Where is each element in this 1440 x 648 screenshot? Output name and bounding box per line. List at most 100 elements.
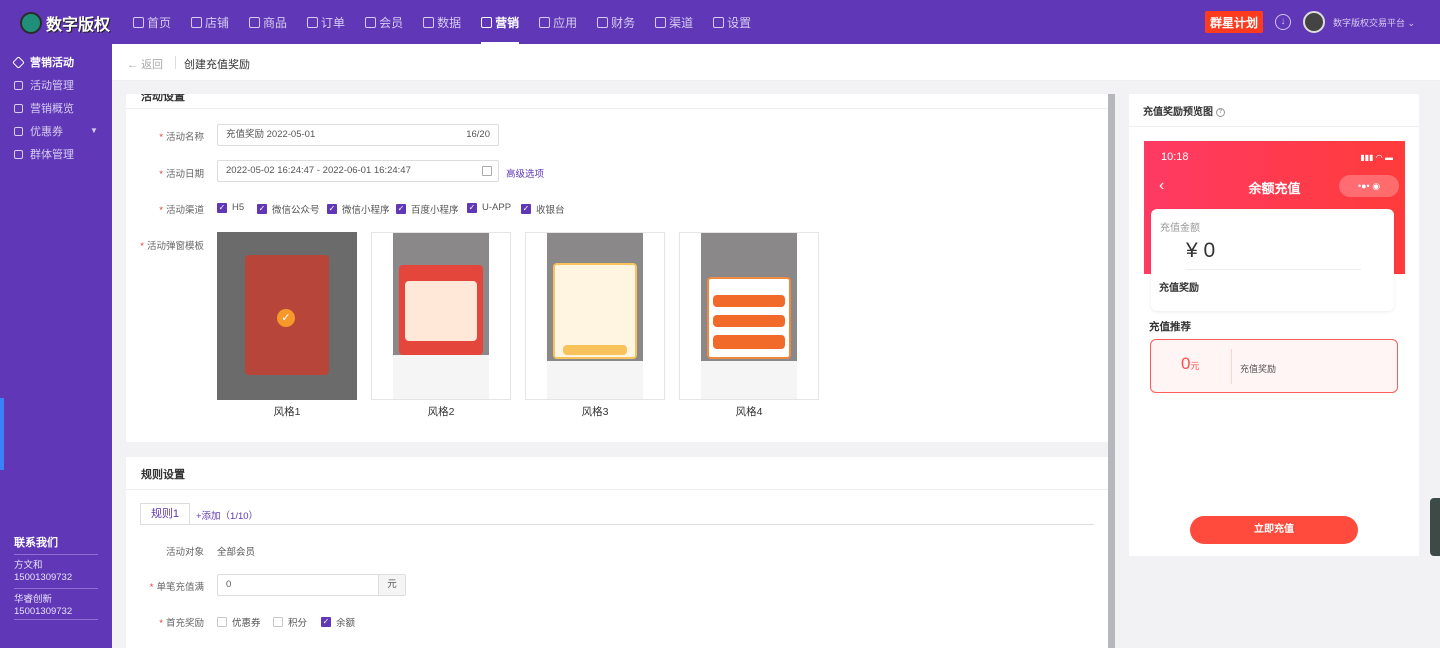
- nav-item-home[interactable]: 首页: [133, 0, 171, 44]
- recharge-now-button[interactable]: 立即充值: [1190, 516, 1358, 544]
- preview-title-text: 充值奖励预览图: [1143, 107, 1213, 118]
- nav-item-goods[interactable]: 商品: [249, 0, 287, 44]
- label-text: 活动名称: [165, 132, 204, 143]
- reward-checkbox-points[interactable]: 积分: [273, 615, 307, 629]
- checkbox-label: 收银台: [536, 205, 565, 216]
- nav-label: 数据: [437, 15, 462, 30]
- template-label: 风格3: [581, 406, 609, 418]
- nav-item-channels[interactable]: 渠道: [655, 0, 693, 44]
- reward-checkbox-balance[interactable]: ✓ 余额: [321, 615, 355, 629]
- chart-icon: [423, 16, 435, 28]
- checkbox-checked-icon: ✓: [467, 202, 477, 213]
- field-label: * 活动弹窗模板: [140, 241, 204, 252]
- advanced-options-link[interactable]: 高级选项: [506, 166, 544, 180]
- nav-label: 店铺: [205, 15, 230, 30]
- preview-title: 充值奖励预览图?: [1143, 103, 1225, 118]
- sidebar-item-group-management[interactable]: 群体管理: [14, 146, 74, 162]
- sidebar-item-label: 营销概览: [30, 103, 74, 115]
- goods-icon: [249, 16, 261, 28]
- info-icon[interactable]: ?: [1216, 107, 1225, 117]
- chevron-down-icon: ⌄: [1407, 18, 1416, 28]
- activity-name-input[interactable]: 充值奖励 2022-05-01 16/20: [217, 124, 499, 146]
- user-menu[interactable]: 数字版权交易平台 ⌄: [1333, 16, 1415, 29]
- download-icon[interactable]: ↓: [1275, 14, 1291, 30]
- template-style-2[interactable]: [371, 232, 511, 400]
- channel-checkbox-cashier[interactable]: ✓ 收银台: [521, 202, 565, 216]
- checkbox-checked-icon: ✓: [521, 204, 531, 214]
- reward-label: 充值奖励: [1159, 283, 1199, 294]
- floating-widget-handle[interactable]: [1430, 498, 1440, 556]
- contact-name: 方文和: [14, 560, 43, 571]
- page-title: 创建充值奖励: [184, 59, 250, 71]
- activity-date-range-input[interactable]: 2022-05-02 16:24:47 - 2022-06-01 16:24:4…: [217, 160, 499, 182]
- app-logo[interactable]: 数字版权: [20, 11, 110, 35]
- plan-button[interactable]: 群星计划: [1205, 11, 1263, 33]
- reward-checkbox-coupon[interactable]: 优惠券: [217, 615, 261, 629]
- recommend-unit: 元: [1190, 361, 1200, 371]
- amount-value: ¥ 0: [1186, 239, 1216, 262]
- list-icon: [14, 80, 23, 90]
- add-rule-link[interactable]: +添加（1/10）: [196, 508, 258, 522]
- chevron-down-icon[interactable]: ▼: [90, 126, 98, 135]
- channel-checkbox-wechat-official[interactable]: ✓ 微信公众号: [257, 202, 320, 216]
- nav-item-members[interactable]: 会员: [365, 0, 403, 44]
- nav-item-data[interactable]: 数据: [423, 0, 461, 44]
- tab-rule-1[interactable]: 规则1: [140, 503, 190, 525]
- channel-checkbox-uapp[interactable]: ✓ U-APP: [467, 202, 511, 213]
- divider: [1231, 349, 1232, 384]
- recommend-card: 0元 充值奖励: [1150, 339, 1398, 393]
- channel-icon: [655, 16, 667, 28]
- divider: [126, 108, 1108, 109]
- nav-label: 订单: [321, 15, 346, 30]
- sidebar-item-coupons[interactable]: 优惠券: [14, 123, 63, 139]
- input-value: 充值奖励 2022-05-01: [226, 129, 316, 140]
- rules-settings-panel: 规则设置 规则1 +添加（1/10） 活动对象 全部会员 * 单笔充值满 0 元 …: [126, 457, 1108, 648]
- divider: [140, 524, 1094, 525]
- nav-item-store[interactable]: 店铺: [191, 0, 229, 44]
- nav-item-apps[interactable]: 应用: [539, 0, 577, 44]
- checkbox-label: 百度小程序: [411, 205, 459, 216]
- side-drawer-tab[interactable]: [0, 398, 4, 470]
- nav-item-finance[interactable]: 财务: [597, 0, 635, 44]
- template-style-4[interactable]: [679, 232, 819, 400]
- back-button[interactable]: ← 返回: [127, 56, 163, 72]
- channel-checkbox-h5[interactable]: ✓ H5: [217, 202, 244, 213]
- template-style-1[interactable]: ✓: [217, 232, 357, 400]
- label-text: 首充奖励: [165, 618, 204, 629]
- template-style-3[interactable]: [525, 232, 665, 400]
- divider: [1186, 269, 1361, 270]
- nav-label: 会员: [379, 15, 404, 30]
- checkbox-label: 优惠券: [232, 618, 261, 629]
- main-nav: 首页 店铺 商品 订单 会员 数据 营销 应用 财务 渠道 设置: [133, 0, 771, 44]
- sidebar-item-marketing-activities[interactable]: 营销活动: [12, 54, 74, 70]
- coupon-list-mock: [405, 281, 477, 341]
- checkbox-icon: [273, 617, 283, 627]
- nav-item-orders[interactable]: 订单: [307, 0, 345, 44]
- section-header: 活动设置: [126, 94, 1108, 108]
- recharge-threshold-input[interactable]: 0 元: [217, 574, 406, 596]
- coupon-mock: [713, 335, 785, 349]
- main-scrollbar[interactable]: [1108, 94, 1115, 648]
- sidebar-item-activity-management[interactable]: 活动管理: [14, 77, 74, 93]
- nav-item-marketing[interactable]: 营销: [481, 0, 520, 44]
- channel-checkbox-wechat-miniprogram[interactable]: ✓ 微信小程序: [327, 202, 390, 216]
- coupon-mock: [713, 315, 785, 327]
- checkbox-label: 积分: [288, 618, 308, 629]
- phone-time: 10:18: [1161, 151, 1189, 163]
- coupon-mock: [713, 295, 785, 307]
- home-icon: [133, 16, 144, 28]
- divider: [126, 489, 1108, 490]
- nav-label: 商品: [263, 15, 288, 30]
- nav-item-settings[interactable]: 设置: [713, 0, 751, 44]
- unit-label: 元: [378, 575, 405, 595]
- channel-checkbox-baidu-miniprogram[interactable]: ✓ 百度小程序: [396, 202, 459, 216]
- recommend-amount: 0元: [1181, 354, 1199, 374]
- logo-mark-icon: [20, 12, 42, 34]
- sidebar-item-marketing-overview[interactable]: 营销概览: [14, 100, 74, 116]
- sidebar-item-label: 优惠券: [30, 126, 63, 138]
- field-label: * 活动名称: [159, 132, 204, 143]
- contact-name: 华睿创新: [14, 594, 53, 605]
- avatar[interactable]: [1303, 11, 1325, 33]
- page-bottom-mock: [701, 361, 797, 399]
- contact-title: 联系我们: [14, 537, 58, 549]
